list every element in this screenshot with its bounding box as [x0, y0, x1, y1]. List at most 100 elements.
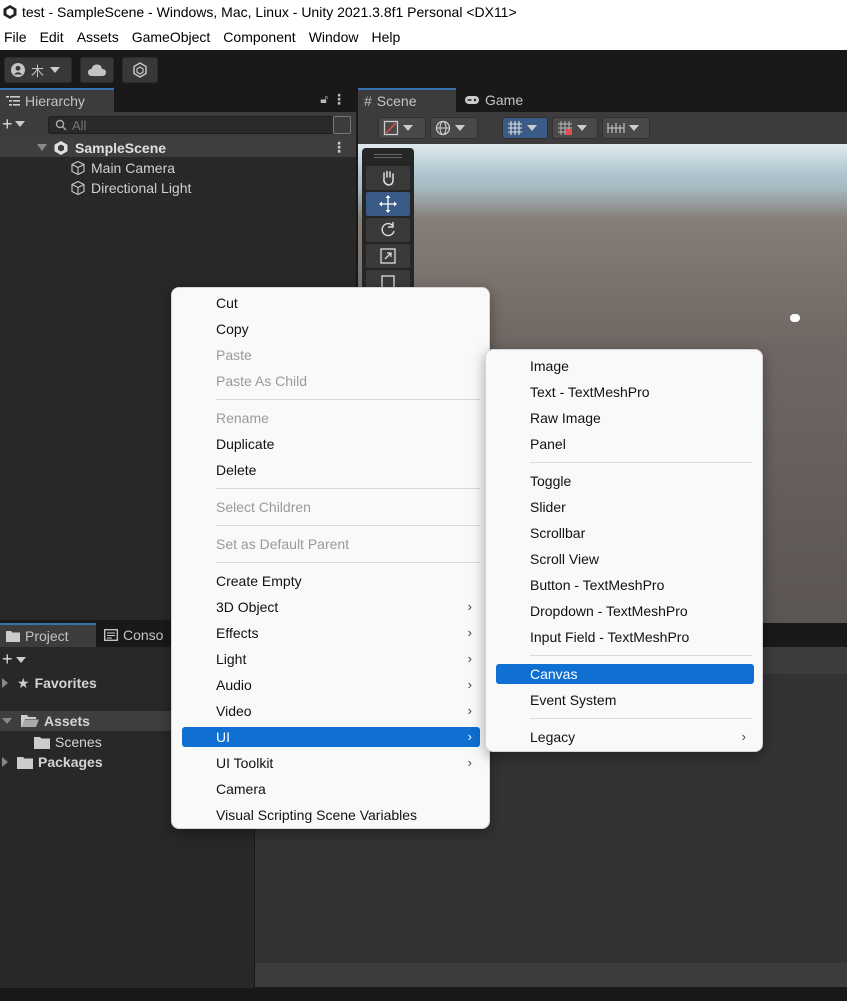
rotate-tool-button[interactable]: [366, 218, 410, 242]
foldout-arrow-icon[interactable]: [2, 678, 8, 688]
submenu-item-scrollbar[interactable]: Scrollbar: [496, 523, 754, 543]
menu-item-label: Canvas: [530, 666, 578, 682]
draw-mode-dropdown[interactable]: [378, 117, 426, 139]
menu-separator: [530, 718, 752, 719]
hand-tool-button[interactable]: [366, 166, 410, 190]
menu-file[interactable]: File: [0, 29, 34, 45]
unity-scene-icon: [54, 140, 68, 155]
menu-item-audio[interactable]: Audio ›: [182, 675, 480, 695]
tab-scene[interactable]: # Scene: [358, 88, 456, 112]
move-tool-button[interactable]: [366, 192, 410, 216]
menu-item-label: Raw Image: [530, 410, 601, 426]
scene-more-icon[interactable]: ⋮: [332, 139, 346, 156]
scene-visibility-dropdown[interactable]: [430, 117, 478, 139]
menu-item-ui-toolkit[interactable]: UI Toolkit ›: [182, 753, 480, 773]
unity-logo-icon: [3, 5, 17, 19]
tab-game[interactable]: Game: [458, 88, 538, 112]
gameobject-cube-icon: [71, 180, 85, 196]
tab-hierarchy[interactable]: Hierarchy: [0, 88, 114, 112]
submenu-item-input-field-textmeshpro[interactable]: Input Field - TextMeshPro: [496, 627, 754, 647]
add-object-button[interactable]: +: [2, 114, 36, 134]
menu-component[interactable]: Component: [219, 29, 302, 45]
scene-row[interactable]: SampleScene ⋮: [0, 138, 356, 157]
menu-item-video[interactable]: Video ›: [182, 701, 480, 721]
menu-item-label: 3D Object: [216, 599, 279, 615]
increment-snapping-toggle[interactable]: [552, 117, 598, 139]
submenu-item-legacy[interactable]: Legacy ›: [496, 727, 754, 747]
submenu-item-scroll-view[interactable]: Scroll View: [496, 549, 754, 569]
hierarchy-item-main-camera[interactable]: Main Camera: [70, 158, 175, 178]
submenu-item-text-textmeshpro[interactable]: Text - TextMeshPro: [496, 382, 754, 402]
more-options-icon[interactable]: ⋮: [332, 91, 346, 108]
menu-item-label: Visual Scripting Scene Variables: [216, 807, 418, 823]
tree-item-scenes[interactable]: Scenes: [34, 732, 102, 752]
menu-edit[interactable]: Edit: [36, 29, 71, 45]
folder-icon: [6, 631, 20, 642]
menu-item-visual-scripting-scene-variables[interactable]: Visual Scripting Scene Variables: [182, 805, 480, 825]
menu-item-duplicate[interactable]: Duplicate: [182, 434, 480, 454]
grid-snapping-toggle[interactable]: [502, 117, 548, 139]
search-icon: [55, 119, 67, 131]
submenu-item-raw-image[interactable]: Raw Image: [496, 408, 754, 428]
hierarchy-search[interactable]: [48, 116, 334, 134]
menu-item-light[interactable]: Light ›: [182, 649, 480, 669]
hierarchy-list-icon: [6, 96, 20, 106]
menu-item-copy[interactable]: Copy: [182, 319, 480, 339]
submenu-item-image[interactable]: Image: [496, 356, 754, 376]
menu-item-paste-as-child[interactable]: Paste As Child: [182, 371, 480, 391]
gamepad-icon: [465, 96, 479, 104]
menu-assets[interactable]: Assets: [73, 29, 126, 45]
cloud-button[interactable]: [80, 57, 114, 83]
drag-handle-icon[interactable]: [374, 154, 402, 158]
menu-item-3d-object[interactable]: 3D Object ›: [182, 597, 480, 617]
menu-help[interactable]: Help: [367, 29, 407, 45]
menu-item-camera[interactable]: Camera: [182, 779, 480, 799]
menu-item-select-children[interactable]: Select Children: [182, 497, 480, 517]
tab-project[interactable]: Project: [0, 623, 96, 647]
menu-item-label: Paste As Child: [216, 373, 308, 389]
tree-item-packages[interactable]: Packages: [2, 752, 103, 772]
menu-item-paste[interactable]: Paste: [182, 345, 480, 365]
chevron-down-icon: [50, 67, 61, 73]
hierarchy-search-input[interactable]: [72, 117, 312, 133]
account-button[interactable]: 木: [4, 57, 72, 83]
console-icon: [104, 629, 118, 641]
submenu-item-event-system[interactable]: Event System: [496, 690, 754, 710]
create-asset-button[interactable]: +: [2, 649, 26, 670]
menu-item-ui[interactable]: UI ›: [182, 727, 480, 747]
chevron-right-icon: ›: [467, 625, 472, 640]
menu-item-create-empty[interactable]: Create Empty: [182, 571, 480, 591]
foldout-arrow-icon[interactable]: [2, 757, 8, 767]
submenu-item-button-textmeshpro[interactable]: Button - TextMeshPro: [496, 575, 754, 595]
chevron-right-icon: ›: [467, 677, 472, 692]
collab-button[interactable]: [122, 57, 158, 83]
submenu-item-panel[interactable]: Panel: [496, 434, 754, 454]
directional-light-gizmo-icon[interactable]: [790, 314, 800, 322]
submenu-item-slider[interactable]: Slider: [496, 497, 754, 517]
menu-item-label: UI: [216, 729, 230, 745]
submenu-item-canvas[interactable]: Canvas: [496, 664, 754, 684]
foldout-arrow-icon[interactable]: [2, 718, 12, 724]
ruler-dropdown[interactable]: [602, 117, 650, 139]
tree-item-favorites[interactable]: ★ Favorites: [2, 673, 97, 693]
foldout-arrow-icon[interactable]: [37, 144, 47, 151]
menu-item-effects[interactable]: Effects ›: [182, 623, 480, 643]
hierarchy-item-directional-light[interactable]: Directional Light: [70, 178, 191, 198]
lock-icon[interactable]: 🔓︎: [320, 92, 328, 107]
submenu-item-toggle[interactable]: Toggle: [496, 471, 754, 491]
search-by-type-icon[interactable]: [333, 116, 351, 134]
menu-item-set-as-default-parent[interactable]: Set as Default Parent: [182, 534, 480, 554]
menu-item-label: Audio: [216, 677, 252, 693]
menu-item-label: Video: [216, 703, 252, 719]
menu-bar: File Edit Assets GameObject Component Wi…: [0, 24, 847, 50]
hierarchy-item-label: Main Camera: [91, 160, 176, 176]
menu-gameobject[interactable]: GameObject: [128, 29, 218, 45]
menu-window[interactable]: Window: [305, 29, 366, 45]
menu-item-delete[interactable]: Delete: [182, 460, 480, 480]
menu-item-cut[interactable]: Cut: [182, 293, 480, 313]
menu-item-label: Select Children: [216, 499, 311, 515]
scale-tool-button[interactable]: [366, 244, 410, 268]
submenu-item-dropdown-textmeshpro[interactable]: Dropdown - TextMeshPro: [496, 601, 754, 621]
globe-icon: [435, 120, 451, 136]
menu-item-rename[interactable]: Rename: [182, 408, 480, 428]
